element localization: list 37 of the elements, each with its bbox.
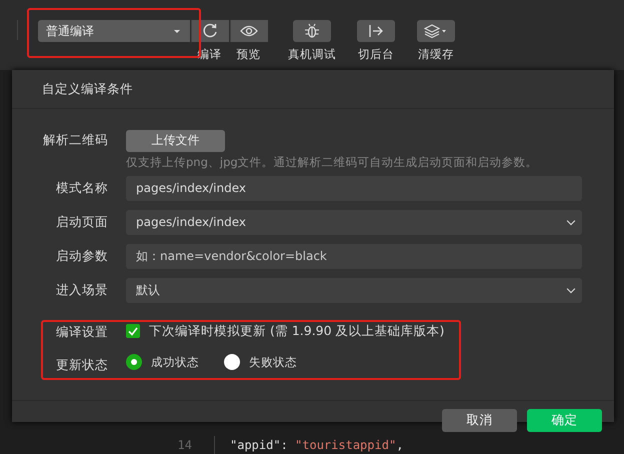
radio-option[interactable]: 失败状态 bbox=[224, 354, 297, 370]
hint-text: 仅支持上传png、jpg文件。通过解析二维码可自动生成启动页面和启动参数。 bbox=[126, 154, 539, 170]
checkbox-label: 下次编译时模拟更新 (需 1.9.90 及以上基础库版本) bbox=[149, 322, 444, 340]
toolbar-label: 清缓存 bbox=[418, 47, 454, 62]
dialog-title: 自定义编译条件 bbox=[42, 80, 133, 98]
select-field[interactable]: pages/index/index bbox=[126, 210, 582, 234]
bug-icon bbox=[304, 23, 320, 39]
caret-icon bbox=[174, 30, 180, 32]
field-label: 更新状态 bbox=[55, 356, 108, 374]
radio-option[interactable]: 成功状态 bbox=[126, 354, 199, 370]
preview-button[interactable] bbox=[230, 20, 268, 42]
toolbar-label: 切后台 bbox=[358, 47, 394, 62]
field-label: 解析二维码 bbox=[42, 132, 108, 149]
cache-button[interactable] bbox=[417, 20, 455, 42]
exit-arrow-icon bbox=[368, 24, 384, 38]
line-number: 14 bbox=[176, 438, 192, 452]
field-label: 启动参数 bbox=[55, 248, 108, 264]
refresh-button[interactable] bbox=[190, 20, 228, 42]
eye-icon bbox=[240, 25, 258, 37]
text-field[interactable]: pages/index/index bbox=[126, 176, 582, 200]
cancel-button[interactable]: 取消 bbox=[442, 409, 517, 432]
checkbox[interactable] bbox=[126, 324, 140, 338]
upload-button[interactable]: 上传文件 bbox=[126, 130, 225, 152]
code-text: "appid": "touristappid", bbox=[230, 438, 404, 452]
field-label: 进入场景 bbox=[55, 282, 108, 298]
layers-icon bbox=[424, 24, 448, 38]
debug-button[interactable] bbox=[293, 20, 331, 42]
field-label: 编译设置 bbox=[55, 324, 108, 340]
field-label: 启动页面 bbox=[55, 214, 108, 230]
select-field[interactable]: 默认 bbox=[126, 278, 582, 302]
text-field[interactable]: 如：name=vendor&color=black bbox=[126, 244, 582, 268]
toolbar-label: 预览 bbox=[236, 47, 260, 62]
field-label: 模式名称 bbox=[55, 180, 108, 196]
background-button[interactable] bbox=[357, 20, 395, 42]
toolbar-label: 真机调试 bbox=[288, 47, 336, 62]
refresh-icon bbox=[202, 23, 218, 39]
compile-mode-dropdown[interactable]: 普通编译 bbox=[38, 20, 190, 42]
